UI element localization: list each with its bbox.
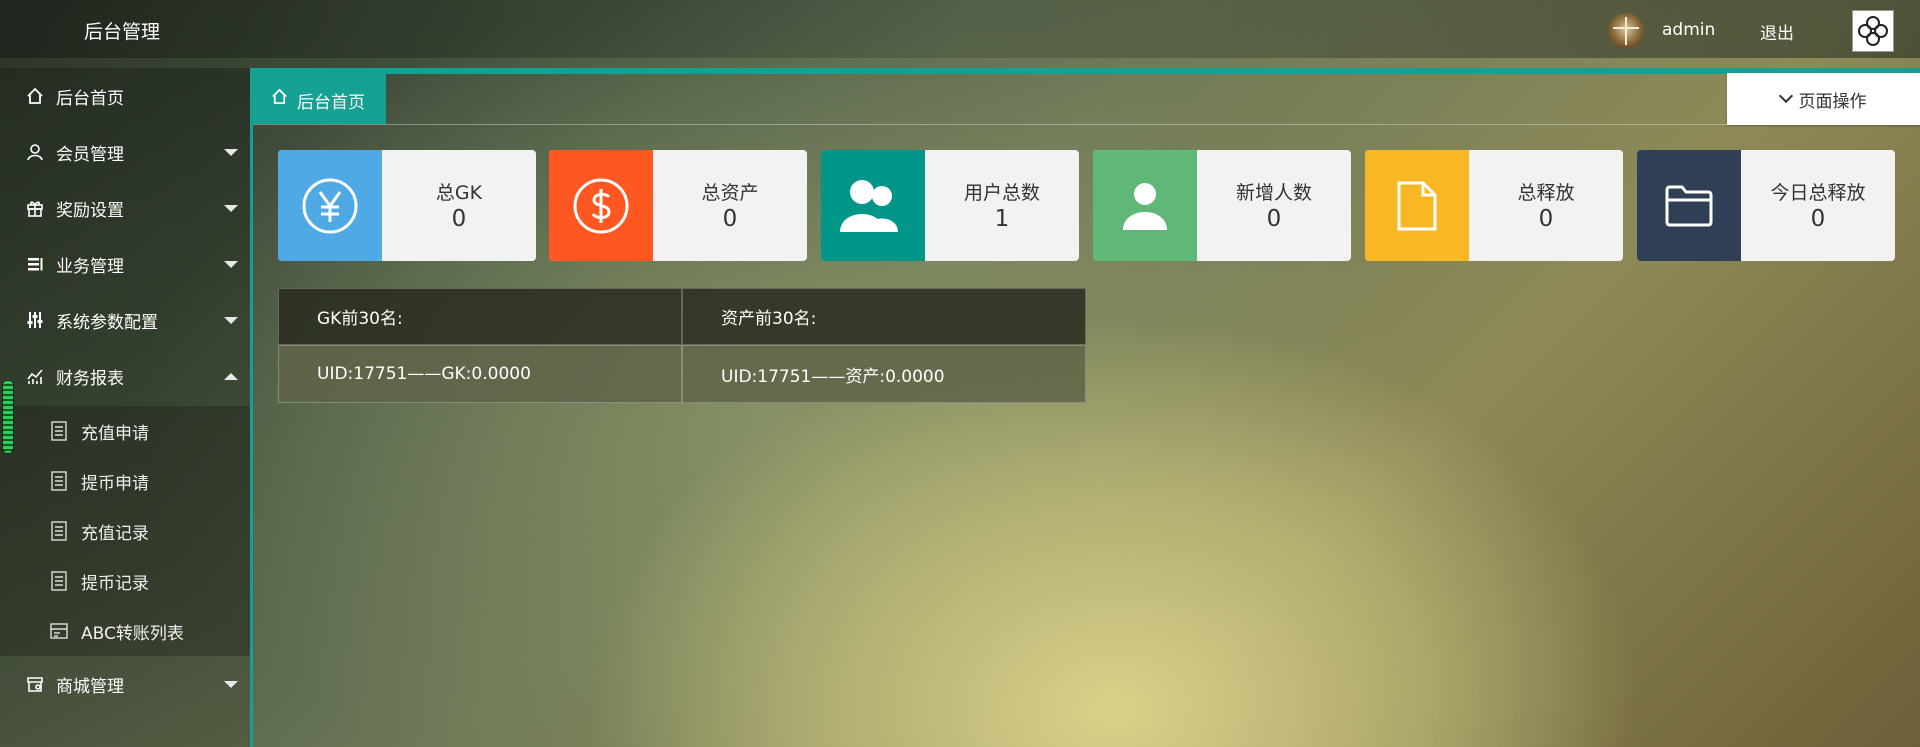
sidebar-item-home[interactable]: 后台首页 [0, 68, 250, 124]
sidebar-item-label: 后台首页 [56, 88, 124, 109]
sidebar-item-label: 会员管理 [56, 144, 124, 165]
stat-value: 0 [1266, 206, 1282, 232]
stat-card-total-release: 总释放 0 [1365, 150, 1623, 261]
stat-icon-box [1637, 150, 1741, 261]
stat-value: 1 [994, 206, 1010, 232]
chevron-down-icon [224, 260, 238, 268]
finance-submenu: 充值申请 提币申请 充值记录 提币记录 ABC转账列表 [0, 406, 250, 656]
chevron-up-icon [224, 372, 238, 380]
tab-label: 后台首页 [297, 93, 365, 113]
submenu-item-label: ABC转账列表 [81, 623, 184, 644]
document-icon [51, 421, 67, 441]
theme-button[interactable] [1852, 10, 1894, 52]
sidebar-item-label: 商城管理 [56, 676, 124, 697]
chevron-down-icon [224, 204, 238, 212]
sidebar-item-shop[interactable]: 商城管理 [0, 656, 250, 712]
stat-value: 0 [1538, 206, 1554, 232]
stat-label: 总释放 [1517, 182, 1575, 204]
stat-icon-box [549, 150, 653, 261]
submenu-item-recharge-apply[interactable]: 充值申请 [0, 406, 250, 456]
clover-logo-icon [1858, 16, 1888, 46]
stat-card-today-release: 今日总释放 0 [1637, 150, 1895, 261]
home-icon [24, 85, 46, 107]
submenu-item-label: 充值申请 [81, 423, 149, 444]
chevron-down-icon [1778, 88, 1793, 104]
table-cell-assets: UID:17751——资产:0.0000 [682, 345, 1086, 403]
main-left-border [250, 68, 253, 747]
submenu-item-withdraw-apply[interactable]: 提币申请 [0, 456, 250, 506]
tab-strip: 后台首页 页面操作 [253, 68, 1920, 125]
dollar-icon [573, 178, 629, 233]
stat-label: 用户总数 [963, 182, 1040, 204]
transfer-list-icon [50, 623, 68, 639]
app-title: 后台管理 [84, 21, 161, 43]
chart-icon [24, 365, 46, 387]
stat-value: 0 [1810, 206, 1826, 232]
sidebar-item-label: 系统参数配置 [56, 312, 158, 333]
ranking-table: GK前30名: 资产前30名: UID:17751——GK:0.0000 UID… [278, 288, 1086, 403]
gift-icon [24, 197, 46, 219]
chevron-down-icon [224, 148, 238, 156]
users-icon [840, 179, 898, 232]
tab-home[interactable]: 后台首页 [253, 74, 386, 124]
sidebar-item-business[interactable]: 业务管理 [0, 236, 250, 292]
stat-icon-box [821, 150, 925, 261]
stat-label: 总资产 [701, 182, 759, 204]
user-icon [24, 141, 46, 163]
logout-link[interactable]: 退出 [1760, 19, 1794, 44]
stat-card-total-gk: 总GK 0 [278, 150, 536, 261]
sidebar-item-label: 业务管理 [56, 256, 124, 277]
list-icon [24, 253, 46, 275]
folder-icon [1665, 185, 1713, 226]
sidebar-item-rewards[interactable]: 奖励设置 [0, 180, 250, 236]
stat-icon-box [1365, 150, 1469, 261]
table-header-gk: GK前30名: [278, 288, 682, 345]
sliders-icon [24, 309, 46, 331]
page-operations-button[interactable]: 页面操作 [1727, 73, 1920, 125]
sidebar-item-system-config[interactable]: 系统参数配置 [0, 292, 250, 348]
yen-icon [302, 178, 358, 233]
scrollbar-handle[interactable] [2, 380, 14, 454]
stat-value: 0 [722, 206, 738, 232]
file-icon [1397, 181, 1437, 230]
top-header: 后台管理 admin 退出 [0, 0, 1920, 58]
sidebar-item-finance[interactable]: 财务报表 [0, 348, 250, 404]
stat-label: 今日总释放 [1770, 182, 1866, 204]
submenu-item-label: 充值记录 [81, 523, 149, 544]
document-icon [51, 521, 67, 541]
table-cell-gk: UID:17751——GK:0.0000 [278, 345, 682, 403]
submenu-item-label: 提币记录 [81, 573, 149, 594]
user-add-icon [1123, 182, 1167, 230]
submenu-item-abc-transfer[interactable]: ABC转账列表 [0, 606, 250, 656]
submenu-item-recharge-records[interactable]: 充值记录 [0, 506, 250, 556]
document-icon [51, 471, 67, 491]
stat-card-new-users: 新增人数 0 [1093, 150, 1351, 261]
table-header-assets: 资产前30名: [682, 288, 1086, 345]
stat-label: 新增人数 [1235, 182, 1312, 204]
shop-icon [24, 673, 46, 695]
stat-label: 总GK [435, 182, 483, 204]
stat-icon-box [278, 150, 382, 261]
stat-card-total-assets: 总资产 0 [549, 150, 807, 261]
chevron-down-icon [224, 316, 238, 324]
chevron-down-icon [224, 680, 238, 688]
stat-value: 0 [451, 206, 467, 232]
submenu-item-label: 提币申请 [81, 473, 149, 494]
avatar[interactable] [1608, 13, 1644, 49]
sidebar: 后台首页 会员管理 奖励设置 业务管理 系统参数配置 财务报表 充值申请 提币申… [0, 68, 250, 747]
sidebar-item-label: 奖励设置 [56, 200, 124, 221]
page-operations-label: 页面操作 [1798, 91, 1867, 112]
user-name[interactable]: admin [1662, 20, 1715, 40]
home-icon [272, 88, 287, 104]
stat-card-total-users: 用户总数 1 [821, 150, 1079, 261]
submenu-item-withdraw-records[interactable]: 提币记录 [0, 556, 250, 606]
document-icon [51, 571, 67, 591]
sidebar-item-members[interactable]: 会员管理 [0, 124, 250, 180]
sidebar-item-label: 财务报表 [56, 368, 124, 389]
stat-icon-box [1093, 150, 1197, 261]
